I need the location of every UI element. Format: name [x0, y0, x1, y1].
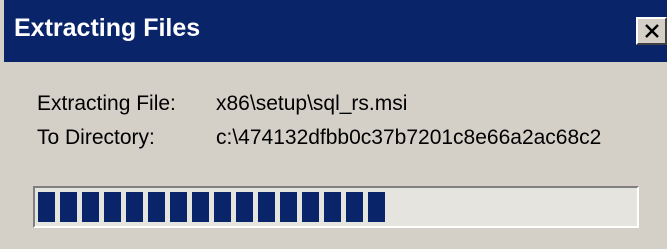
progress-block	[148, 192, 165, 222]
progress-block	[104, 192, 121, 222]
progress-block	[302, 192, 319, 222]
progress-block	[60, 192, 77, 222]
close-icon	[645, 24, 659, 38]
title-bar[interactable]: Extracting Files	[4, 0, 667, 62]
extracting-file-value: x86\setup\sql_rs.msi	[216, 92, 408, 115]
progress-block	[192, 192, 209, 222]
progress-block	[236, 192, 253, 222]
progress-block	[280, 192, 297, 222]
progress-block	[126, 192, 143, 222]
to-directory-value: c:\474132dfbb0c37b7201c8e66a2ac68c2	[216, 126, 602, 149]
progress-block	[346, 192, 363, 222]
progress-block	[368, 192, 385, 222]
to-directory-label: To Directory:	[37, 126, 155, 149]
progress-block	[170, 192, 187, 222]
dialog-bottom-edge	[0, 244, 667, 249]
progress-block	[258, 192, 275, 222]
extracting-file-label: Extracting File:	[37, 92, 176, 115]
progress-block	[324, 192, 341, 222]
progress-bar	[33, 186, 639, 228]
progress-bar-fill	[38, 192, 634, 222]
window-title: Extracting Files	[14, 14, 201, 42]
progress-block	[38, 192, 55, 222]
progress-block	[214, 192, 231, 222]
close-button[interactable]	[636, 17, 667, 45]
extracting-files-dialog: Extracting Files Extracting File: x86\se…	[0, 0, 667, 249]
progress-block	[82, 192, 99, 222]
